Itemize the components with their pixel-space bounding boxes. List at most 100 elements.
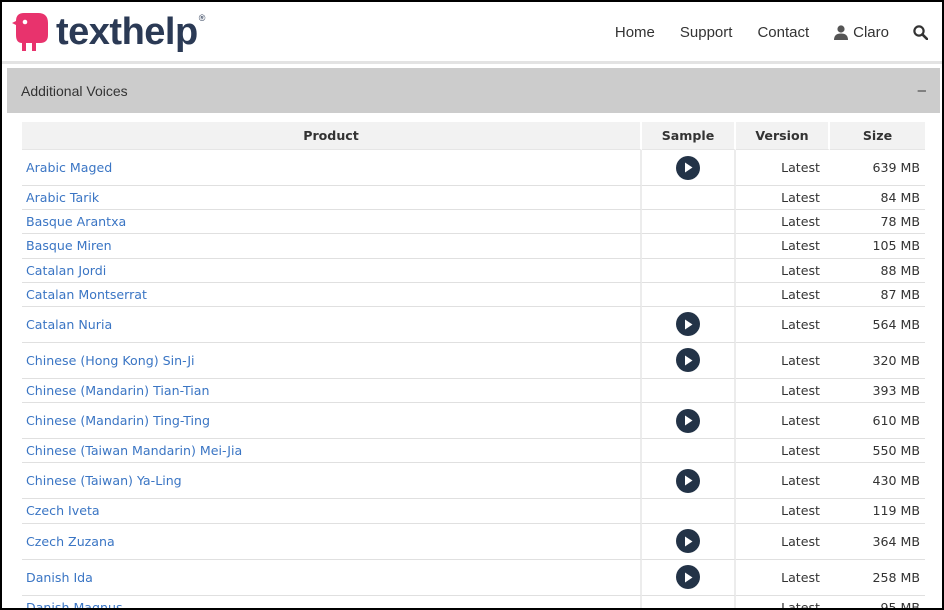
product-link[interactable]: Chinese (Taiwan) Ya-Ling xyxy=(26,473,182,488)
sample-cell xyxy=(642,523,736,560)
product-cell: Danish Ida xyxy=(22,559,642,596)
registered-mark: ® xyxy=(198,13,206,23)
sample-cell xyxy=(642,439,736,464)
sample-cell xyxy=(642,258,736,283)
header-divider xyxy=(2,61,942,64)
product-link[interactable]: Chinese (Hong Kong) Sin-Ji xyxy=(26,353,195,368)
product-link[interactable]: Danish Magnus xyxy=(26,600,123,608)
product-cell: Czech Iveta xyxy=(22,499,642,524)
version-cell: Latest xyxy=(736,186,830,211)
product-link[interactable]: Czech Zuzana xyxy=(26,534,115,549)
product-link[interactable]: Basque Miren xyxy=(26,238,112,253)
product-link[interactable]: Catalan Jordi xyxy=(26,263,106,278)
sample-cell xyxy=(642,150,736,186)
table-row: Chinese (Mandarin) Ting-Ting Latest 610 MB xyxy=(22,403,925,440)
play-sample-icon[interactable] xyxy=(676,565,700,589)
main-nav: Home Support Contact Claro xyxy=(590,2,942,62)
table-row: Czech Zuzana Latest 364 MB xyxy=(22,523,925,560)
product-link[interactable]: Arabic Tarik xyxy=(26,190,99,205)
play-sample-icon[interactable] xyxy=(676,468,700,493)
product-cell: Catalan Nuria xyxy=(22,306,642,343)
sample-cell xyxy=(642,499,736,524)
play-sample-icon[interactable] xyxy=(676,529,700,553)
table-row: Catalan Nuria Latest 564 MB xyxy=(22,306,925,343)
product-cell: Chinese (Hong Kong) Sin-Ji xyxy=(22,342,642,379)
table-row: Catalan Montserrat Latest 87 MB xyxy=(22,282,925,307)
play-sample-icon[interactable] xyxy=(676,312,700,337)
col-header-sample: Sample xyxy=(642,122,736,150)
size-cell: 364 MB xyxy=(830,524,925,560)
product-link[interactable]: Chinese (Mandarin) Ting-Ting xyxy=(26,413,210,428)
search-icon[interactable] xyxy=(913,24,928,40)
product-link[interactable]: Catalan Montserrat xyxy=(26,287,147,302)
additional-voices-panel-header[interactable]: Additional Voices – xyxy=(7,68,940,113)
table-row: Chinese (Taiwan Mandarin) Mei-Jia Latest 5… xyxy=(22,439,925,464)
product-link[interactable]: Catalan Nuria xyxy=(26,317,112,332)
col-header-size: Size xyxy=(830,122,925,150)
site-header: texthelp ® Home Support Contact Claro xyxy=(2,2,942,62)
play-sample-icon[interactable] xyxy=(676,348,700,373)
size-cell: 639 MB xyxy=(830,150,925,186)
size-cell: 320 MB xyxy=(830,343,925,379)
size-cell: 393 MB xyxy=(830,379,925,404)
nav-contact[interactable]: Contact xyxy=(757,24,809,41)
size-cell: 430 MB xyxy=(830,463,925,500)
voices-table-container: Product Sample Version Size Arabic Maged… xyxy=(22,122,925,608)
version-cell: Latest xyxy=(736,463,830,500)
table-row: Arabic Tarik Latest 84 MB xyxy=(22,186,925,211)
size-cell: 564 MB xyxy=(830,307,925,343)
nav-home[interactable]: Home xyxy=(615,24,655,41)
version-cell: Latest xyxy=(736,343,830,379)
product-cell: Danish Magnus xyxy=(22,595,642,608)
product-cell: Chinese (Mandarin) Ting-Ting xyxy=(22,403,642,440)
play-sample-icon[interactable] xyxy=(676,408,700,433)
size-cell: 78 MB xyxy=(830,210,925,235)
size-cell: 84 MB xyxy=(830,186,925,211)
version-cell: Latest xyxy=(736,379,830,404)
product-cell: Chinese (Mandarin) Tian-Tian xyxy=(22,378,642,404)
product-link[interactable]: Danish Ida xyxy=(26,570,93,585)
version-cell: Latest xyxy=(736,596,830,608)
texthelp-logo[interactable]: texthelp ® xyxy=(12,11,205,53)
sample-cell xyxy=(642,210,736,235)
product-cell: Chinese (Taiwan) Ya-Ling xyxy=(22,463,642,500)
product-link[interactable]: Basque Arantxa xyxy=(26,214,126,229)
version-cell: Latest xyxy=(736,403,830,440)
product-link[interactable]: Czech Iveta xyxy=(26,503,100,518)
size-cell: 258 MB xyxy=(830,560,925,596)
nav-account[interactable]: Claro xyxy=(834,24,889,41)
product-cell: Catalan Jordi xyxy=(22,258,642,283)
product-link[interactable]: Arabic Maged xyxy=(26,160,112,175)
table-row: Danish Ida Latest 258 MB xyxy=(22,559,925,596)
nav-support[interactable]: Support xyxy=(680,24,733,41)
version-cell: Latest xyxy=(736,259,830,283)
size-cell: 87 MB xyxy=(830,283,925,307)
product-link[interactable]: Chinese (Mandarin) Tian-Tian xyxy=(26,383,209,398)
version-cell: Latest xyxy=(736,283,830,307)
size-cell: 119 MB xyxy=(830,499,925,524)
user-icon xyxy=(834,24,849,40)
product-cell: Arabic Maged xyxy=(22,150,642,186)
table-row: Danish Magnus Latest 95 MB xyxy=(22,595,925,608)
product-cell: Catalan Montserrat xyxy=(22,282,642,307)
version-cell: Latest xyxy=(736,210,830,235)
sample-cell xyxy=(642,595,736,608)
sample-cell xyxy=(642,559,736,596)
table-row: Basque Arantxa Latest 78 MB xyxy=(22,210,925,235)
version-cell: Latest xyxy=(736,307,830,343)
sample-cell xyxy=(642,282,736,307)
size-cell: 610 MB xyxy=(830,403,925,440)
product-cell: Basque Arantxa xyxy=(22,210,642,235)
table-row: Basque Miren Latest 105 MB xyxy=(22,234,925,259)
nav-account-label: Claro xyxy=(853,23,889,41)
collapse-icon[interactable]: – xyxy=(918,82,926,99)
sample-cell xyxy=(642,186,736,211)
play-sample-icon[interactable] xyxy=(676,155,700,180)
panel-title: Additional Voices xyxy=(21,82,128,99)
page-frame: texthelp ® Home Support Contact Claro Ad… xyxy=(0,0,944,610)
product-cell: Arabic Tarik xyxy=(22,186,642,211)
table-row: Arabic Maged Latest 639 MB xyxy=(22,150,925,186)
product-cell: Basque Miren xyxy=(22,234,642,259)
bird-logo-icon xyxy=(12,11,50,53)
product-link[interactable]: Chinese (Taiwan Mandarin) Mei-Jia xyxy=(26,443,242,458)
